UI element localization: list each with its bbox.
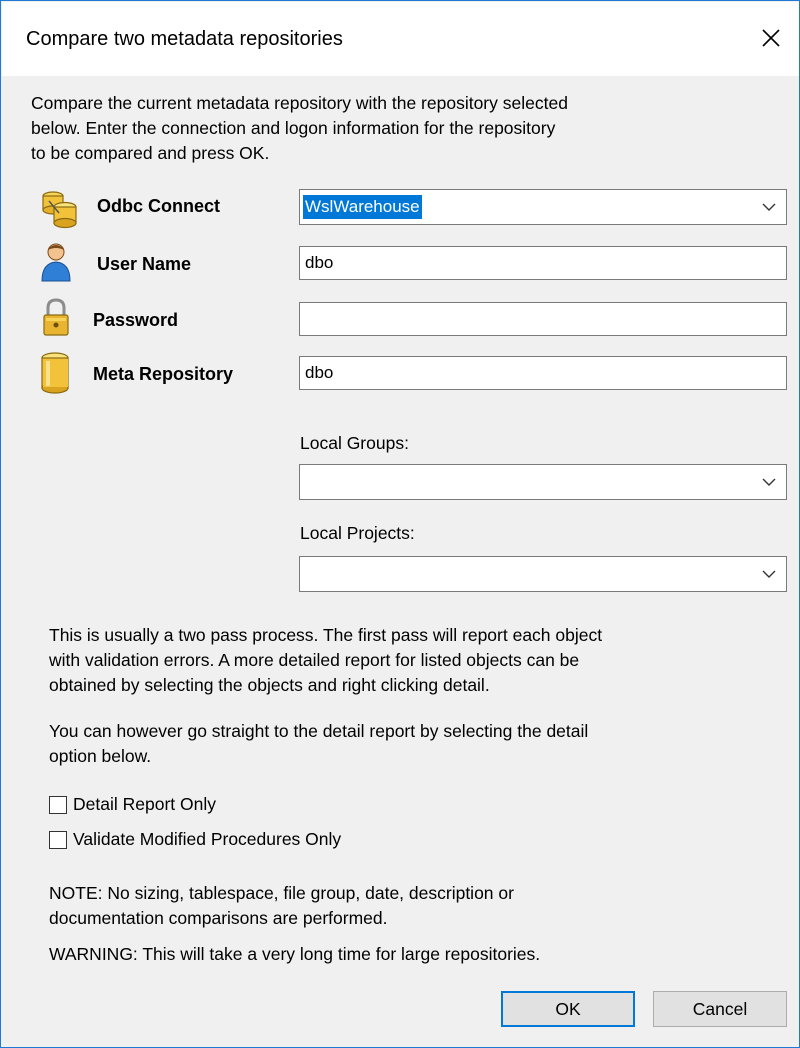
chevron-down-icon[interactable] bbox=[762, 200, 776, 214]
password-input[interactable] bbox=[299, 302, 787, 336]
detail-report-label[interactable]: Detail Report Only bbox=[73, 794, 216, 815]
close-icon bbox=[762, 29, 780, 47]
info-text-detail: You can however go straight to the detai… bbox=[49, 721, 589, 766]
padlock-icon bbox=[43, 298, 69, 336]
intro-text: Compare the current metadata repository … bbox=[31, 93, 568, 163]
meta-repository-input[interactable]: dbo bbox=[299, 356, 787, 390]
user-name-input[interactable]: dbo bbox=[299, 246, 787, 280]
close-button[interactable] bbox=[749, 16, 793, 60]
note-text: NOTE: No sizing, tablespace, file group,… bbox=[49, 883, 514, 928]
detail-report-checkbox[interactable] bbox=[49, 795, 67, 814]
odbc-connect-icon bbox=[42, 191, 77, 229]
validate-modified-option[interactable]: Validate Modified Procedures Only bbox=[49, 829, 341, 850]
detail-report-option[interactable]: Detail Report Only bbox=[49, 794, 216, 815]
warning-text: WARNING: This will take a very long time… bbox=[49, 944, 541, 964]
user-icon bbox=[41, 243, 71, 282]
odbc-connect-select[interactable]: WslWarehouse bbox=[299, 189, 787, 225]
meta-repository-label: Meta Repository bbox=[93, 364, 234, 384]
local-projects-select[interactable] bbox=[299, 556, 787, 592]
local-projects-label: Local Projects: bbox=[300, 523, 415, 543]
local-groups-select[interactable] bbox=[299, 464, 787, 500]
title-bar: Compare two metadata repositories bbox=[2, 2, 799, 76]
odbc-connect-value: WslWarehouse bbox=[303, 195, 422, 219]
window-title: Compare two metadata repositories bbox=[26, 28, 343, 50]
dialog-window: Compare two metadata repositories Compar… bbox=[0, 0, 800, 1048]
password-label: Password bbox=[93, 310, 179, 330]
odbc-connect-label: Odbc Connect bbox=[97, 196, 221, 216]
info-text-passes: This is usually a two pass process. The … bbox=[49, 625, 603, 695]
validate-modified-label[interactable]: Validate Modified Procedures Only bbox=[73, 829, 341, 850]
cancel-button[interactable]: Cancel bbox=[653, 991, 787, 1027]
database-icon bbox=[41, 352, 69, 394]
validate-modified-checkbox[interactable] bbox=[49, 830, 67, 849]
ok-button[interactable]: OK bbox=[501, 991, 635, 1027]
user-name-label: User Name bbox=[97, 254, 192, 274]
chevron-down-icon[interactable] bbox=[762, 567, 776, 581]
local-groups-label: Local Groups: bbox=[300, 433, 409, 453]
chevron-down-icon[interactable] bbox=[762, 475, 776, 489]
